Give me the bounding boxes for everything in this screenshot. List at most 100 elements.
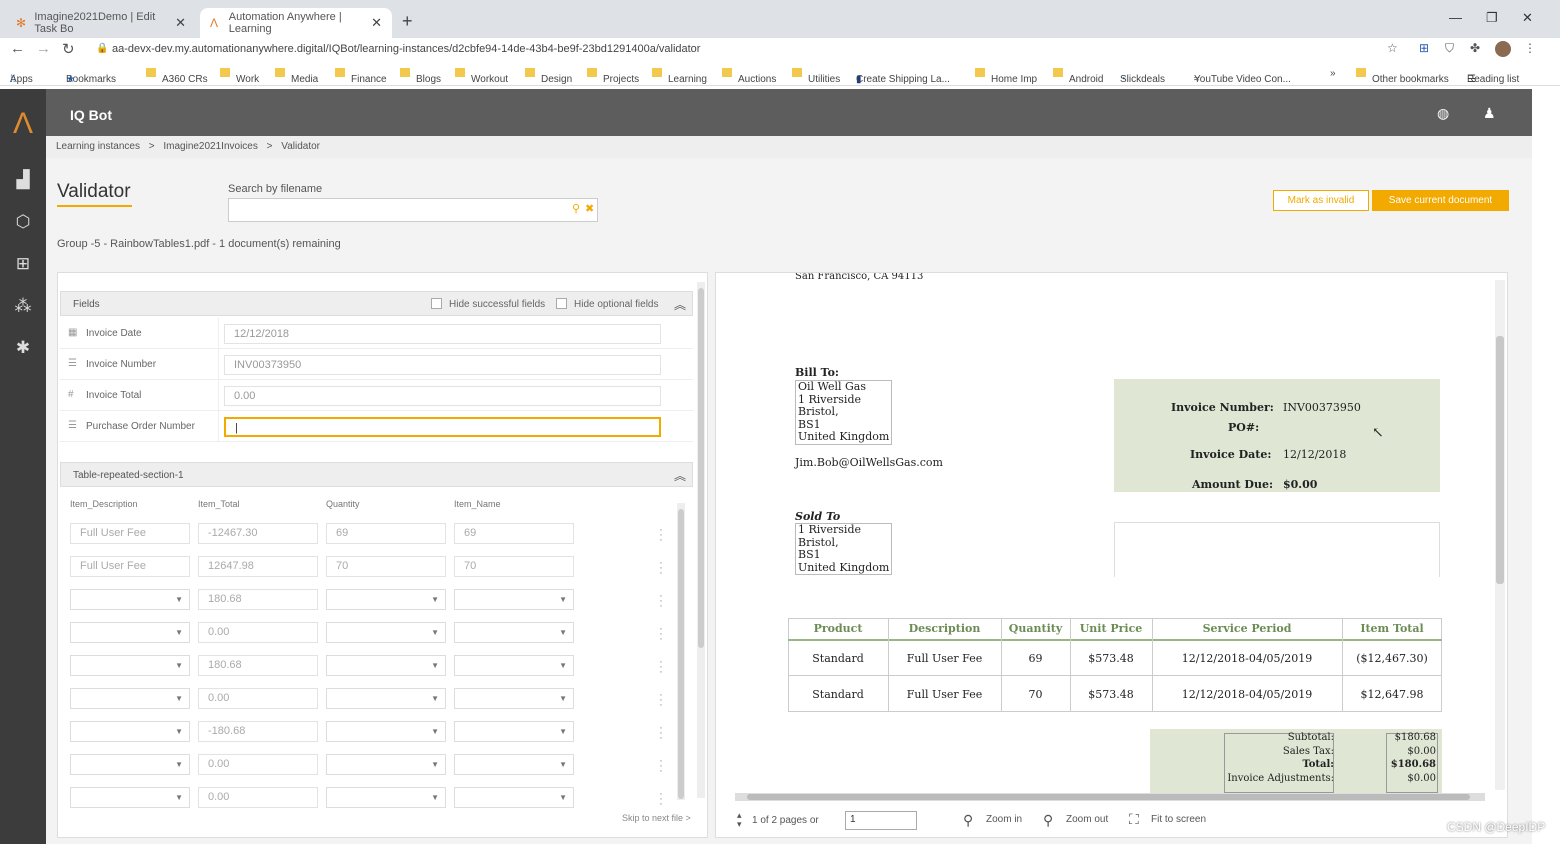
bookmark-folder[interactable]: Design (525, 68, 572, 85)
table-cell-input[interactable]: -12467.30 (198, 523, 318, 544)
bookmark-folder[interactable]: Workout (455, 68, 508, 85)
dashboard-icon[interactable]: ▟ (12, 169, 34, 191)
bookmark-folder[interactable]: Finance (335, 68, 387, 85)
table-cell-dropdown[interactable]: ▼ (70, 688, 190, 709)
dropdown-caret-icon[interactable]: ▼ (175, 595, 183, 604)
table-scrollbar[interactable] (677, 503, 685, 800)
url-field[interactable]: aa-devx-dev.my.automationanywhere.digita… (88, 40, 1408, 58)
dropdown-caret-icon[interactable]: ▼ (175, 628, 183, 637)
bookmark-folder[interactable]: Android (1053, 68, 1103, 85)
table-cell-input[interactable]: 180.68 (198, 589, 318, 610)
invoice-total-field[interactable]: 0.00 (224, 386, 661, 406)
tab-automation-anywhere[interactable]: Λ Automation Anywhere | Learning ✕ (200, 8, 392, 38)
table-cell-input[interactable]: 12647.98 (198, 556, 318, 577)
search-icon[interactable]: ⚲ (572, 202, 580, 215)
dropdown-caret-icon[interactable]: ▼ (175, 793, 183, 802)
dropdown-caret-icon[interactable]: ▼ (431, 628, 439, 637)
bots-icon[interactable]: ⬡ (12, 211, 34, 233)
extensions-puzzle-icon[interactable]: ✤ (1470, 41, 1484, 55)
dropdown-caret-icon[interactable]: ▼ (559, 628, 567, 637)
scrollbar-thumb[interactable] (747, 794, 1470, 800)
new-tab-button[interactable]: + (402, 11, 413, 32)
dropdown-caret-icon[interactable]: ▼ (431, 595, 439, 604)
back-icon[interactable]: ← (10, 40, 25, 57)
close-tab-icon[interactable]: ✕ (371, 15, 382, 31)
automation-anywhere-logo-icon[interactable]: Λ (8, 107, 38, 141)
row-menu-icon[interactable]: · · · (656, 525, 666, 546)
bookmark-folder[interactable]: Media (275, 68, 318, 85)
mark-invalid-button[interactable]: Mark as invalid (1273, 190, 1369, 211)
bookmarks-overflow-icon[interactable]: » (1330, 68, 1336, 79)
table-cell-input[interactable]: 0.00 (198, 622, 318, 643)
dropdown-caret-icon[interactable]: ▼ (559, 793, 567, 802)
dropdown-caret-icon[interactable]: ▼ (431, 694, 439, 703)
globe-icon[interactable]: ◍ (1437, 105, 1449, 122)
table-cell-dropdown[interactable]: ▼ (326, 688, 446, 709)
restore-window-icon[interactable]: ❐ (1486, 10, 1498, 26)
bookmark-folder[interactable]: Home Imp (975, 68, 1037, 85)
row-menu-icon[interactable]: · · · (656, 558, 666, 579)
profile-avatar[interactable] (1495, 41, 1511, 57)
fields-scrollbar[interactable] (697, 282, 705, 798)
extension-translate-icon[interactable]: ⊞ (1419, 41, 1433, 55)
dropdown-caret-icon[interactable]: ▼ (559, 760, 567, 769)
reload-icon[interactable]: ↻ (62, 40, 75, 58)
invoice-date-field[interactable]: 12/12/2018 (224, 324, 661, 344)
bookmark-folder[interactable]: Auctions (722, 68, 776, 85)
collapse-chevron-icon[interactable]: ︽ (674, 296, 686, 313)
table-cell-input[interactable]: 0.00 (198, 787, 318, 808)
extension-shield-icon[interactable]: ⛉ (1445, 41, 1459, 55)
table-cell-dropdown[interactable]: ▼ (326, 787, 446, 808)
bookmark-folder[interactable]: Projects (587, 68, 639, 85)
devices-icon[interactable]: ⁂ (12, 295, 34, 317)
dropdown-caret-icon[interactable]: ▼ (175, 661, 183, 670)
scrollbar-thumb[interactable] (698, 288, 704, 648)
table-cell-input[interactable]: 180.68 (198, 655, 318, 676)
row-menu-icon[interactable]: · · · (656, 723, 666, 744)
clear-icon[interactable]: ✖ (585, 202, 594, 215)
table-cell-dropdown[interactable]: ▼ (454, 622, 574, 643)
table-cell-dropdown[interactable]: ▼ (70, 622, 190, 643)
table-cell-dropdown[interactable]: ▼ (454, 754, 574, 775)
table-cell-input[interactable]: 70 (454, 556, 574, 577)
minimize-window-icon[interactable]: — (1449, 10, 1462, 25)
table-cell-input[interactable]: 69 (454, 523, 574, 544)
zoom-in-icon[interactable]: ⚲ (963, 812, 973, 829)
table-cell-input[interactable]: Full User Fee (70, 556, 190, 577)
row-menu-icon[interactable]: · · · (656, 624, 666, 645)
table-cell-input[interactable]: Full User Fee (70, 523, 190, 544)
hide-successful-checkbox[interactable] (431, 298, 442, 309)
search-input[interactable]: ⚲ ✖ (228, 198, 598, 222)
dropdown-caret-icon[interactable]: ▼ (431, 727, 439, 736)
purchase-order-number-field[interactable]: | (224, 417, 661, 437)
dropdown-caret-icon[interactable]: ▼ (431, 793, 439, 802)
dropdown-caret-icon[interactable]: ▼ (559, 694, 567, 703)
administration-icon[interactable]: ✱ (12, 337, 34, 359)
table-cell-dropdown[interactable]: ▼ (70, 655, 190, 676)
dropdown-caret-icon[interactable]: ▼ (431, 661, 439, 670)
browser-menu-icon[interactable]: ⋮ (1524, 41, 1538, 55)
table-cell-dropdown[interactable]: ▼ (454, 688, 574, 709)
scrollbar-thumb[interactable] (678, 509, 684, 799)
dropdown-caret-icon[interactable]: ▼ (559, 727, 567, 736)
table-cell-dropdown[interactable]: ▼ (454, 655, 574, 676)
row-menu-icon[interactable]: · · · (656, 690, 666, 711)
table-cell-dropdown[interactable]: ▼ (326, 622, 446, 643)
table-cell-input[interactable]: 0.00 (198, 754, 318, 775)
fit-to-screen-icon[interactable]: ⛶ (1129, 811, 1139, 828)
dropdown-caret-icon[interactable]: ▼ (175, 694, 183, 703)
skip-next-file-link[interactable]: Skip to next file > (622, 813, 691, 823)
forward-icon[interactable]: → (36, 40, 51, 57)
collapse-chevron-icon[interactable]: ︽ (674, 467, 686, 484)
dropdown-caret-icon[interactable]: ▼ (431, 760, 439, 769)
row-menu-icon[interactable]: · · · (656, 591, 666, 612)
bookmark-folder[interactable]: Work (220, 68, 259, 85)
table-cell-dropdown[interactable]: ▼ (70, 787, 190, 808)
user-icon[interactable]: ♟ (1483, 105, 1496, 122)
close-tab-icon[interactable]: ✕ (175, 15, 186, 31)
row-menu-icon[interactable]: · · · (656, 789, 666, 810)
invoice-number-field[interactable]: INV00373950 (224, 355, 661, 375)
dropdown-caret-icon[interactable]: ▼ (175, 760, 183, 769)
document-vertical-scrollbar[interactable] (1495, 280, 1505, 790)
tab-imagine2021demo[interactable]: ✻ Imagine2021Demo | Edit Task Bo ✕ (6, 8, 196, 38)
